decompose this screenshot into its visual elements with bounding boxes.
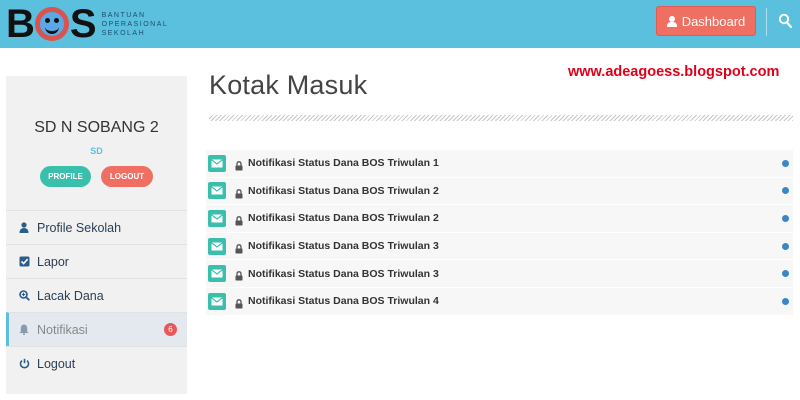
inbox-message[interactable]: Notifikasi Status Dana BOS Triwulan 2 [206, 177, 793, 206]
blog-watermark: www.adeagoess.blogspot.com [568, 64, 780, 80]
logo-sub-line-2: OPERASIONAL [101, 20, 169, 28]
inbox-message[interactable]: Notifikasi Status Dana BOS Triwulan 4 [206, 287, 793, 316]
logo-letter-b: B [6, 2, 35, 46]
lock-icon [235, 213, 243, 226]
lock-icon [235, 296, 243, 309]
message-subject: Notifikasi Status Dana BOS Triwulan 2 [248, 184, 439, 197]
school-name: SD N SOBANG 2 [34, 119, 159, 136]
sidebar-item-label: Notifikasi [37, 322, 88, 337]
bos-logo[interactable]: B S BANTUAN OPERASIONAL SEKOLAH [6, 3, 168, 45]
lock-icon [235, 268, 243, 281]
unread-dot-icon [782, 242, 789, 250]
logo-face-icon [34, 7, 69, 41]
envelope-icon [208, 292, 226, 310]
logout-button[interactable]: LOGOUT [101, 166, 153, 187]
message-subject: Notifikasi Status Dana BOS Triwulan 3 [248, 240, 439, 253]
logo-subtitle: BANTUAN OPERASIONAL SEKOLAH [102, 11, 169, 38]
lock-icon [235, 241, 243, 254]
sidebar-item-label: Lapor [37, 254, 69, 269]
envelope-icon [208, 209, 226, 227]
bell-icon [18, 324, 30, 336]
search-plus-icon [18, 290, 30, 302]
logo-wordmark: B S [6, 2, 97, 46]
sidebar-item-profile-sekolah[interactable]: Profile Sekolah [6, 210, 187, 244]
user-icon [18, 222, 30, 234]
message-subject: Notifikasi Status Dana BOS Triwulan 4 [248, 295, 439, 308]
unread-dot-icon [782, 214, 789, 222]
envelope-icon [208, 154, 226, 172]
lock-icon [235, 186, 243, 199]
title-divider [209, 115, 793, 121]
sidebar-item-notifikasi[interactable]: Notifikasi 6 [6, 312, 187, 346]
sidebar: SD N SOBANG 2 SD PROFILE LOGOUT Profile … [6, 76, 187, 394]
unread-dot-icon [782, 159, 789, 167]
profile-button[interactable]: PROFILE [40, 166, 91, 187]
message-subject: Notifikasi Status Dana BOS Triwulan 2 [248, 212, 439, 225]
unread-dot-icon [782, 187, 789, 195]
sidebar-item-label: Lacak Dana [37, 288, 104, 303]
sidebar-item-label: Profile Sekolah [37, 220, 122, 235]
envelope-icon [208, 265, 226, 283]
sidebar-menu: Profile Sekolah Lapor Lacak Dana Notifik… [6, 210, 187, 380]
dashboard-label: Dashboard [681, 13, 746, 29]
school-level: SD [90, 146, 103, 156]
unread-dot-icon [782, 270, 789, 278]
inbox-message[interactable]: Notifikasi Status Dana BOS Triwulan 3 [206, 232, 793, 261]
top-bar: B S BANTUAN OPERASIONAL SEKOLAH Dashboar… [0, 0, 800, 48]
notification-count-badge: 6 [164, 323, 177, 336]
page-title: Kotak Masuk [209, 70, 368, 100]
sidebar-item-lacak-dana[interactable]: Lacak Dana [6, 278, 187, 312]
logo-letter-s: S [69, 2, 97, 46]
logo-sub-line-1: BANTUAN [101, 11, 146, 19]
sidebar-item-label: Logout [37, 356, 76, 371]
envelope-icon [208, 237, 226, 255]
dashboard-button[interactable]: Dashboard [656, 6, 756, 36]
header-divider [766, 8, 767, 36]
search-icon[interactable] [778, 13, 794, 31]
sidebar-item-lapor[interactable]: Lapor [6, 244, 187, 278]
logo-sub-line-3: SEKOLAH [101, 29, 146, 37]
power-icon [18, 358, 30, 370]
inbox-message[interactable]: Notifikasi Status Dana BOS Triwulan 3 [206, 260, 793, 288]
inbox-list: Notifikasi Status Dana BOS Triwulan 1 No… [206, 150, 793, 316]
inbox-message[interactable]: Notifikasi Status Dana BOS Triwulan 1 [206, 150, 793, 178]
inbox-message[interactable]: Notifikasi Status Dana BOS Triwulan 2 [206, 205, 793, 233]
checkbox-icon [18, 256, 30, 268]
envelope-icon [208, 182, 226, 200]
message-subject: Notifikasi Status Dana BOS Triwulan 3 [248, 267, 439, 280]
lock-icon [235, 158, 243, 171]
sidebar-item-logout[interactable]: Logout [6, 346, 187, 380]
user-icon [666, 15, 677, 27]
message-subject: Notifikasi Status Dana BOS Triwulan 1 [248, 157, 439, 170]
unread-dot-icon [782, 297, 789, 305]
